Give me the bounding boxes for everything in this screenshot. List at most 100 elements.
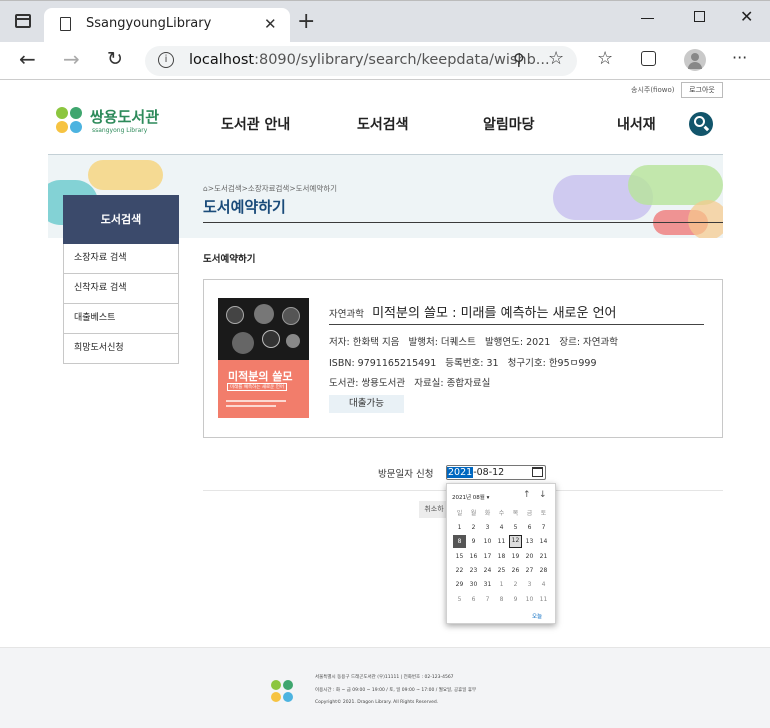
calendar-day[interactable]: 23	[467, 564, 480, 577]
sidebar-item-loan-best[interactable]: 대출베스트	[63, 304, 179, 334]
calendar-day[interactable]: 30	[467, 578, 480, 591]
date-picker: 2021년 08월 ▾ ↑ ↓ 일 월 화 수 목 금 토 1 2 3 4 5 6 7 8 9 10 11 12 13…	[446, 483, 556, 624]
zoom-icon[interactable]: ⚲	[513, 50, 525, 70]
calendar-day[interactable]: 16	[467, 550, 480, 563]
title-underline	[203, 222, 723, 223]
sidebar-icon[interactable]	[15, 14, 31, 28]
book-meta-line1: 저자: 한화택 지음 발행처: 더퀘스트 발행연도: 2021 장르: 자연과학	[329, 337, 619, 348]
calendar-day[interactable]: 7	[481, 593, 494, 606]
url-host: localhost	[189, 52, 255, 68]
logo-title: 쌍용도서관	[90, 108, 160, 126]
calendar-day[interactable]: 14	[537, 535, 550, 548]
calendar-day[interactable]: 6	[523, 521, 536, 534]
calendar-day[interactable]: 15	[453, 550, 466, 563]
calendar-day[interactable]: 4	[495, 521, 508, 534]
page-title: 도서예약하기	[203, 198, 286, 216]
nav-book-search[interactable]: 도서검색	[357, 114, 409, 134]
date-year-segment[interactable]: 2021	[447, 467, 474, 478]
calendar-day[interactable]: 20	[523, 550, 536, 563]
breadcrumb: ⌂>도서검색>소장자료검색>도서예약하기	[203, 183, 337, 194]
collections-icon[interactable]	[641, 51, 656, 66]
breadcrumb-text: >도서검색>소장자료검색>도서예약하기	[207, 184, 338, 193]
calendar-day[interactable]: 1	[495, 578, 508, 591]
sidebar-item-book-request[interactable]: 희망도서신청	[63, 334, 179, 364]
calendar-day[interactable]: 11	[537, 593, 550, 606]
calendar-day[interactable]: 3	[523, 578, 536, 591]
calendar-day[interactable]: 2	[467, 521, 480, 534]
calendar-day[interactable]: 19	[509, 550, 522, 563]
calendar-day[interactable]: 27	[523, 564, 536, 577]
nav-library-info[interactable]: 도서관 안내	[221, 114, 290, 134]
calendar-day[interactable]: 26	[509, 564, 522, 577]
url-text[interactable]: localhost:8090/sylibrary/search/keepdata…	[189, 52, 550, 68]
weekday-label: 토	[540, 510, 547, 517]
calendar-day[interactable]: 24	[481, 564, 494, 577]
tab-title: SsangyoungLibrary	[86, 16, 212, 31]
calendar-day[interactable]: 8	[495, 593, 508, 606]
more-icon[interactable]: ···	[732, 48, 747, 68]
calendar-day[interactable]: 10	[523, 593, 536, 606]
calendar-day[interactable]: 11	[495, 535, 508, 548]
loan-status-badge: 대출가능	[329, 395, 404, 413]
footer-logo	[270, 679, 295, 704]
calendar-day[interactable]: 9	[509, 593, 522, 606]
search-icon	[694, 116, 705, 127]
book-category: 자연과학	[329, 309, 364, 320]
calendar-day[interactable]: 28	[537, 564, 550, 577]
calendar-day[interactable]: 10	[481, 535, 494, 548]
calendar-day[interactable]: 7	[537, 521, 550, 534]
calendar-day[interactable]: 21	[537, 550, 550, 563]
calendar-day[interactable]: 13	[523, 535, 536, 548]
calendar-day[interactable]: 29	[453, 578, 466, 591]
favorites-icon[interactable]: ☆	[597, 49, 613, 69]
window-close-icon[interactable]: ✕	[740, 7, 753, 26]
sidebar-heading: 도서검색	[63, 195, 179, 244]
calendar-day[interactable]: 22	[453, 564, 466, 577]
cover-band: 미적분의 쓸모 미래를 예측하는 새로운 언어	[218, 360, 309, 418]
maximize-icon[interactable]	[694, 11, 705, 22]
page-icon	[60, 17, 71, 31]
calendar-day[interactable]: 2	[509, 578, 522, 591]
calendar-day[interactable]: 4	[537, 578, 550, 591]
profile-icon[interactable]	[684, 49, 706, 71]
calendar-day[interactable]: 6	[467, 593, 480, 606]
calendar-day[interactable]: 1	[453, 521, 466, 534]
sidebar-item-new-arrivals[interactable]: 신착자료 검색	[63, 274, 179, 304]
reload-icon[interactable]: ↻	[107, 49, 123, 69]
calendar-day[interactable]: 5	[509, 521, 522, 534]
today-button[interactable]: 오늘	[532, 612, 542, 620]
sidebar-item-holdings-search[interactable]: 소장자료 검색	[63, 244, 179, 274]
back-icon[interactable]: ←	[19, 49, 36, 69]
forward-icon[interactable]: →	[63, 49, 80, 69]
date-rest-segment[interactable]: -08-12	[473, 467, 504, 478]
search-button[interactable]	[689, 112, 713, 136]
calendar-day[interactable]: 5	[453, 593, 466, 606]
calendar-day[interactable]: 3	[481, 521, 494, 534]
calendar-day[interactable]: 8	[453, 535, 466, 549]
footer-address: 서울특별시 동용구 드래곤도서관 (우)11111 | 전화번호 : 02-12…	[315, 675, 454, 680]
visit-date-input[interactable]: 2021-08-12	[446, 465, 546, 480]
calendar-day[interactable]: 12	[509, 535, 522, 549]
url-path: :8090/sylibrary/search/keepdata/wishb...	[254, 52, 550, 68]
site-logo[interactable]: 쌍용도서관 ssangyong Library	[54, 106, 174, 138]
calendar-day[interactable]: 31	[481, 578, 494, 591]
nav-notice-board[interactable]: 알림마당	[483, 114, 535, 134]
nav-my-library[interactable]: 내서재	[617, 114, 656, 134]
add-favorite-icon[interactable]: ☆	[548, 49, 564, 69]
minimize-icon[interactable]	[641, 18, 654, 19]
info-icon[interactable]: i	[158, 52, 174, 68]
calendar-day[interactable]: 17	[481, 550, 494, 563]
new-tab-icon[interactable]: +	[297, 11, 315, 33]
section-title: 도서예약하기	[203, 254, 256, 265]
calendar-day[interactable]: 9	[467, 535, 480, 548]
calendar-day[interactable]: 18	[495, 550, 508, 563]
calendar-day[interactable]: 25	[495, 564, 508, 577]
logout-button[interactable]: 로그아웃	[681, 82, 723, 98]
calendar-icon[interactable]	[532, 467, 543, 477]
logo-subtitle: ssangyong Library	[92, 127, 148, 134]
book-cover[interactable]: 미적분의 쓸모 미래를 예측하는 새로운 언어	[218, 298, 309, 418]
close-icon[interactable]: ✕	[264, 14, 277, 34]
cancel-button[interactable]: 취소하	[419, 501, 449, 518]
weekday-label: 금	[526, 510, 533, 517]
calendar-grid: 일 월 화 수 목 금 토 1 2 3 4 5 6 7 8 9 10 11 12 13 14 15 16 17 18 19 20 21…	[447, 484, 557, 625]
